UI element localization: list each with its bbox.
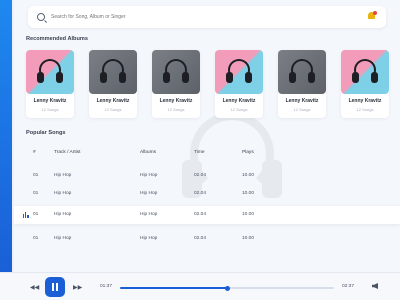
row-album: Hip Hop <box>140 173 158 178</box>
row-number: 01 <box>33 173 39 178</box>
album-card[interactable]: Lenny Kravitz 12 Songs <box>26 50 74 118</box>
row-album: Hip Hop <box>140 212 158 217</box>
row-track: Hip Hop <box>54 173 72 178</box>
album-cover <box>89 50 137 94</box>
row-album: Hip Hop <box>140 191 158 196</box>
next-icon[interactable]: ▶▶ <box>73 284 82 291</box>
search-bar[interactable] <box>28 6 386 28</box>
current-time: 01:37 <box>100 284 113 289</box>
row-plays: 10.00 <box>242 173 255 178</box>
player-bar: ◀◀ ▶▶ 01:37 02:37 <box>0 272 400 300</box>
row-track: Hip Hop <box>54 212 72 217</box>
row-number: 01 <box>33 212 39 217</box>
header-plays[interactable]: Plays <box>242 150 254 155</box>
search-input[interactable] <box>51 14 251 20</box>
album-artist: Lenny Kravitz <box>33 98 67 104</box>
progress-fill <box>120 287 227 289</box>
total-time: 02:37 <box>342 284 355 289</box>
album-cover <box>341 50 389 94</box>
album-card[interactable]: Lenny Kravitz 12 Songs <box>89 50 137 118</box>
equalizer-icon <box>23 212 29 218</box>
pause-icon <box>52 283 55 291</box>
headphones-icon <box>352 59 378 85</box>
row-track: Hip Hop <box>54 236 72 241</box>
popular-songs-title: Popular Songs <box>26 130 66 136</box>
search-icon[interactable] <box>37 13 45 21</box>
album-cover <box>152 50 200 94</box>
row-plays: 10.00 <box>242 236 255 241</box>
album-cover <box>215 50 263 94</box>
album-card[interactable]: Lenny Kravitz 12 Songs <box>278 50 326 118</box>
album-artist: Lenny Kravitz <box>285 98 319 104</box>
headphones-icon <box>226 59 252 85</box>
header-track[interactable]: Track / Artist <box>54 150 80 155</box>
bell-icon[interactable] <box>367 11 377 21</box>
row-plays: 10.00 <box>242 212 255 217</box>
album-cover <box>26 50 74 94</box>
row-time: 02.04 <box>194 173 207 178</box>
volume-icon[interactable] <box>372 283 378 289</box>
album-artist: Lenny Kravitz <box>348 98 382 104</box>
row-track: Hip Hop <box>54 191 72 196</box>
album-artist: Lenny Kravitz <box>96 98 130 104</box>
notification-dot <box>373 11 377 15</box>
albums-row: Lenny Kravitz 12 Songs Lenny Kravitz 12 … <box>26 50 400 120</box>
album-card[interactable]: Lenny Kravitz 12 Songs <box>341 50 389 118</box>
album-artist: Lenny Kravitz <box>222 98 256 104</box>
album-card[interactable]: Lenny Kravitz 12 Songs <box>152 50 200 118</box>
headphones-icon <box>37 59 63 85</box>
header-number: # <box>33 150 36 155</box>
album-song-count: 12 Songs <box>104 107 122 112</box>
row-album: Hip Hop <box>140 236 158 241</box>
album-song-count: 12 Songs <box>230 107 248 112</box>
album-song-count: 12 Songs <box>293 107 311 112</box>
progress-bar[interactable] <box>120 285 334 291</box>
row-plays: 10.00 <box>242 191 255 196</box>
table-row[interactable]: 01 Hip Hop Hip Hop 02.04 10.00 <box>14 185 400 203</box>
row-number: 01 <box>33 191 39 196</box>
table-row[interactable]: 01 Hip Hop Hip Hop 02.04 10.00 <box>14 230 400 248</box>
table-row-active[interactable]: 01 Hip Hop Hip Hop 02.04 10.00 <box>14 206 400 224</box>
progress-handle[interactable] <box>224 285 230 291</box>
pause-button[interactable] <box>45 277 65 297</box>
previous-icon[interactable]: ◀◀ <box>30 284 39 291</box>
row-time: 02.04 <box>194 191 207 196</box>
album-song-count: 12 Songs <box>356 107 374 112</box>
row-time: 02.04 <box>194 236 207 241</box>
album-artist: Lenny Kravitz <box>159 98 193 104</box>
sidebar <box>0 0 12 272</box>
album-card[interactable]: Lenny Kravitz 12 Songs <box>215 50 263 118</box>
table-row[interactable]: 01 Hip Hop Hip Hop 02.04 10.00 <box>14 167 400 185</box>
row-number: 01 <box>33 236 39 241</box>
headphones-icon <box>100 59 126 85</box>
recommended-albums-title: Recommended Albums <box>26 36 88 42</box>
album-cover <box>278 50 326 94</box>
songs-table-header: # Track / Artist Albums Time Plays <box>14 150 400 164</box>
row-time: 02.04 <box>194 212 207 217</box>
main-content: Recommended Albums Lenny Kravitz 12 Song… <box>14 0 400 272</box>
header-time[interactable]: Time <box>194 150 204 155</box>
header-albums[interactable]: Albums <box>140 150 156 155</box>
headphones-icon <box>289 59 315 85</box>
headphones-icon <box>163 59 189 85</box>
album-song-count: 12 Songs <box>167 107 185 112</box>
album-song-count: 12 Songs <box>41 107 59 112</box>
